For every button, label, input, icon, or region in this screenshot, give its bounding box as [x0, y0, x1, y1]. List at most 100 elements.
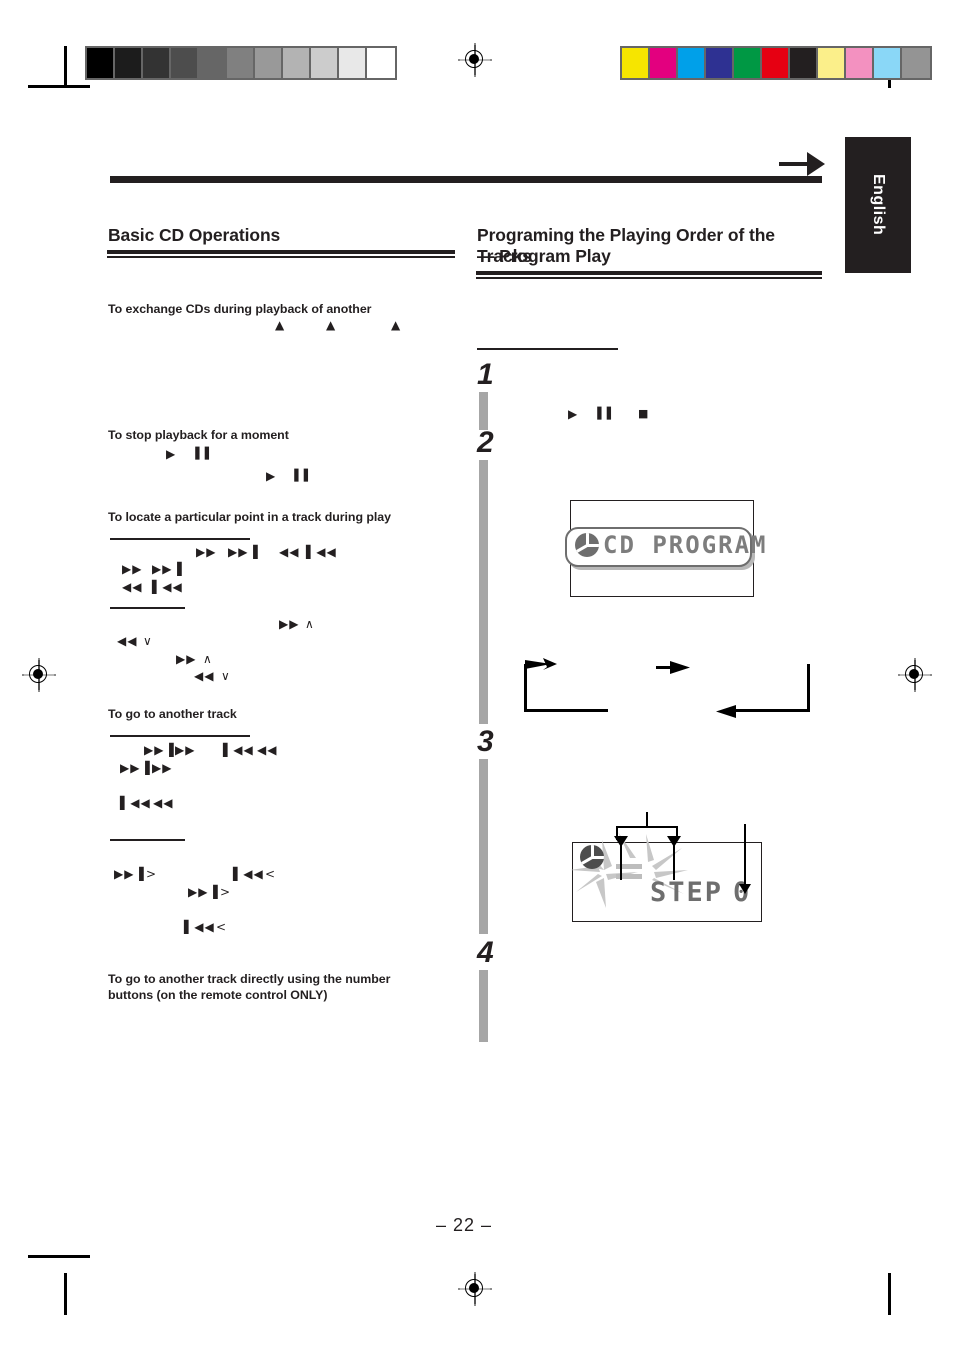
color-swatch-2 — [678, 48, 706, 78]
symbol-gt-t4: > — [146, 867, 158, 881]
step-bar-4 — [479, 970, 488, 1042]
color-swatch-0 — [622, 48, 650, 78]
crop-mark-top-left-vertical — [64, 46, 67, 88]
symbol-prev-t1: ▌◀◀ — [223, 743, 254, 757]
symbol-ff-3: ▶▶ — [279, 617, 300, 631]
symbol-eject-1: ▲ — [275, 318, 286, 332]
subheading-exchange-cds: To exchange CDs during playback of anoth… — [108, 302, 372, 316]
right-column-heading-line2: — Program Play — [477, 246, 611, 266]
left-column-heading: Basic CD Operations — [108, 225, 281, 245]
symbol-rew-6: ◀◀ — [194, 669, 215, 683]
symbol-pause-a: ▐▐ — [191, 447, 210, 460]
step-display-text: STEP — [650, 877, 724, 908]
symbol-eject-2: ▲ — [326, 318, 337, 332]
subheading-locate-point: To locate a particular point in a track … — [108, 510, 391, 524]
color-swatch-7 — [818, 48, 846, 78]
left-heading-rule — [107, 250, 455, 258]
divider-locate-1 — [110, 538, 250, 540]
language-tab: English — [845, 137, 911, 273]
symbol-down-6: ∨ — [221, 669, 231, 683]
color-swatch-3 — [706, 48, 734, 78]
flow-arrow-center-right — [670, 661, 690, 674]
symbol-rew-2: ◀◀ — [122, 580, 143, 594]
step-number-1: 1 — [477, 358, 494, 391]
symbol-rew-4: ◀◀ — [117, 634, 138, 648]
chapter-arrow-icon — [779, 152, 825, 176]
grayscale-swatch-6 — [255, 48, 283, 78]
symbol-rew-t1: ◀◀ — [257, 743, 278, 757]
registration-mark-right-middle — [898, 658, 932, 692]
grayscale-swatch-10 — [367, 48, 395, 78]
callout-leader-value — [744, 824, 746, 886]
grayscale-swatch-8 — [311, 48, 339, 78]
symbol-up-3: ∧ — [305, 617, 315, 631]
color-swatch-4 — [734, 48, 762, 78]
callout-arrow-left — [614, 836, 628, 847]
symbol-prev-1: ▌◀◀ — [306, 545, 337, 559]
symbol-next-t1: ▶▶▐ — [144, 743, 175, 757]
registration-mark-left-middle — [22, 658, 56, 692]
step-rail-top-divider — [477, 348, 618, 350]
crop-mark-bottom-left-vertical — [64, 1273, 67, 1315]
color-swatch-6 — [790, 48, 818, 78]
symbol-prev-t4: ▌◀◀ — [233, 867, 264, 881]
crop-mark-bottom-right-vertical — [888, 1273, 891, 1315]
symbol-next-1: ▶▶▐ — [228, 545, 259, 559]
symbol-down-4: ∨ — [143, 634, 153, 648]
symbol-eject-3: ▲ — [391, 318, 402, 332]
step-bar-2 — [479, 460, 488, 724]
disc-icon-step — [580, 845, 604, 869]
right-heading-rule — [476, 271, 822, 279]
blink-starburst-icon — [570, 832, 688, 908]
divider-locate-2 — [110, 607, 185, 609]
callout-bracket-horizontal — [616, 826, 678, 828]
grayscale-swatch-7 — [283, 48, 311, 78]
color-swatch-10 — [902, 48, 930, 78]
symbol-up-5: ∧ — [203, 652, 213, 666]
step-number-4: 4 — [477, 936, 494, 969]
symbol-play-a: ▶ — [166, 447, 177, 461]
header-rule — [110, 176, 822, 183]
symbol-ff-1: ▶▶ — [196, 545, 217, 559]
symbol-step1-pause: ▐▐ — [593, 407, 612, 420]
symbol-step1-play: ▶ — [568, 407, 579, 421]
grayscale-swatch-4 — [199, 48, 227, 78]
subheading-stop-playback-moment: To stop playback for a moment — [108, 428, 289, 442]
symbol-lt-t4: < — [265, 867, 277, 881]
callout-arrow-right — [667, 836, 681, 847]
crop-mark-bottom-left-horizontal — [28, 1255, 90, 1258]
step-bar-1 — [479, 392, 488, 430]
symbol-prev-t3: ▌◀◀ — [120, 796, 151, 810]
registration-mark-bottom-center — [458, 1272, 492, 1306]
flow-arrow-left-up — [521, 658, 557, 670]
subheading-another-track: To go to another track — [108, 707, 237, 721]
color-swatch-5 — [762, 48, 790, 78]
divider-track-2 — [110, 839, 185, 841]
subheading-number-buttons: To go to another track directly using th… — [108, 972, 391, 1002]
symbol-ff-2: ▶▶ — [122, 562, 143, 576]
symbol-ff-t2: ▶▶ — [152, 761, 173, 775]
callout-tick-top — [646, 812, 648, 826]
grayscale-swatch-2 — [143, 48, 171, 78]
language-tab-label: English — [870, 174, 887, 236]
color-swatch-1 — [650, 48, 678, 78]
callout-arrow-value — [739, 884, 751, 894]
symbol-next-t5: ▶▶▐ — [188, 885, 219, 899]
symbol-next-t4: ▶▶▐ — [114, 867, 145, 881]
step-number-2: 2 — [477, 426, 494, 459]
step-number-3: 3 — [477, 725, 494, 758]
symbol-lt-t6: < — [216, 920, 228, 934]
symbol-gt-t5: > — [220, 885, 232, 899]
disc-icon-program — [575, 533, 599, 557]
flow-line-right-vertical — [807, 664, 810, 712]
grayscale-swatch-5 — [227, 48, 255, 78]
symbol-rew-1: ◀◀ — [279, 545, 300, 559]
symbol-pause-b: ▐▐ — [290, 469, 309, 482]
symbol-step1-stop: ■ — [638, 407, 650, 420]
crop-mark-top-left-horizontal — [28, 85, 90, 88]
grayscale-swatch-3 — [171, 48, 199, 78]
grayscale-step-wedge — [85, 46, 397, 80]
color-swatch-8 — [846, 48, 874, 78]
flow-arrow-right-left — [716, 705, 736, 718]
symbol-ff-5: ▶▶ — [176, 652, 197, 666]
